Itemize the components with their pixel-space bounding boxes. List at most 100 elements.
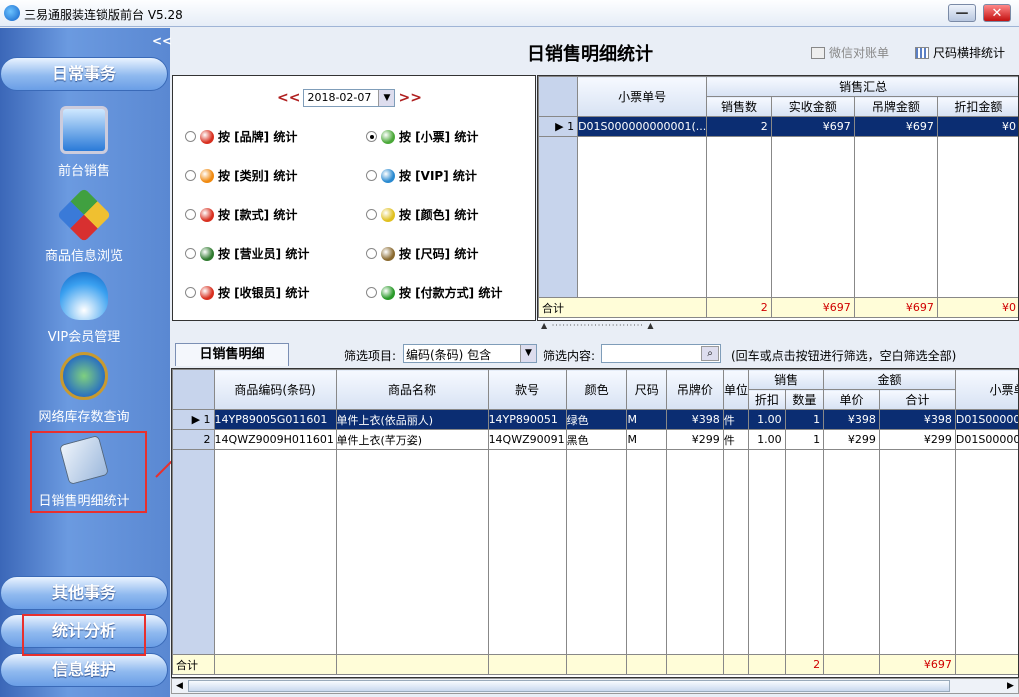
stat-option-radio[interactable]: 按 [付款方式] 统计 [366,284,502,301]
scroll-right-icon[interactable]: ▶ [1003,679,1018,693]
stat-option-radio[interactable]: 按 [颜色] 统计 [366,206,478,223]
size-stat-link[interactable]: 尺码横排统计 [915,44,1005,61]
sidebar-item-vip[interactable]: VIP会员管理 [0,272,168,345]
summary-table: 小票单号 销售汇总 销售数 实收金额 吊牌金额 折扣金额 ▶ 1 D01S000… [538,76,1018,318]
row-header-corner [538,76,579,117]
scrollbar-thumb[interactable] [188,680,950,692]
radio-button-icon[interactable] [185,248,196,259]
option-icon [381,246,395,261]
stat-option-radio[interactable]: 按 [VIP] 统计 [366,167,477,184]
radio-button-icon[interactable] [185,131,196,142]
radio-button-icon[interactable] [185,170,196,181]
stat-option-radio[interactable]: 按 [营业员] 统计 [185,245,309,262]
stat-option-radio[interactable]: 按 [品牌] 统计 [185,128,297,145]
stat-option-radio[interactable]: 按 [尺码] 统计 [366,245,478,262]
cell-discount: ¥0 [936,116,1018,137]
col-sum[interactable]: 合计 [878,389,956,410]
col-tag-amount[interactable]: 吊牌金额 [853,96,938,117]
total-paid: ¥697 [770,297,855,318]
sidebar-item-label: VIP会员管理 [47,330,121,345]
radio-button-icon[interactable] [185,287,196,298]
col-paid[interactable]: 实收金额 [770,96,855,117]
col-qty[interactable]: 销售数 [706,96,772,117]
next-date-button[interactable]: >> [398,90,421,106]
table-row[interactable]: ▶ 1 D01S000000000001(... 2 ¥697 ¥697 ¥0 [538,116,1018,137]
summary-grid[interactable]: 小票单号 销售汇总 销售数 实收金额 吊牌金额 折扣金额 ▶ 1 D01S000… [537,75,1019,321]
col-tag-price[interactable]: 吊牌价 [666,369,724,410]
total-label: 合计 [538,297,708,318]
dropdown-arrow-icon[interactable]: ▼ [378,90,395,106]
cell-qty: 1 [784,409,825,430]
col-name[interactable]: 商品名称 [335,369,489,410]
filter-hint: (回车或点击按钮进行筛选，空白筛选全部) [731,349,957,363]
cell-style: 14YP890051 [487,409,567,430]
minimize-button[interactable]: — [948,4,976,22]
col-style[interactable]: 款号 [487,369,567,410]
filter-content-input[interactable]: ⌕ [601,344,721,363]
empty-area [172,449,1018,655]
stat-option-radio[interactable]: 按 [类别] 统计 [185,167,297,184]
dropdown-arrow-icon[interactable]: ▼ [520,345,536,362]
radio-button-icon[interactable] [366,131,377,142]
col-qty[interactable]: 数量 [784,389,825,410]
col-unit-price[interactable]: 单价 [823,389,880,410]
radio-button-icon[interactable] [366,287,377,298]
sidebar-item-pos[interactable]: 前台销售 [0,106,168,179]
col-discount-amount[interactable]: 折扣金额 [936,96,1018,117]
col-color[interactable]: 颜色 [565,369,628,410]
detail-grid[interactable]: 商品编码(条码) 商品名称 款号 颜色 尺码 吊牌价 单位 销售 金额 小票单号… [171,368,1019,678]
filter-item-label: 筛选项目: [344,349,397,363]
close-button[interactable]: ✕ [983,4,1011,22]
col-ticket[interactable]: 小票单号 [577,76,708,117]
grid-table-icon [915,46,929,59]
cell-unit: 件 [722,409,750,430]
col-size[interactable]: 尺码 [626,369,668,410]
radio-button-icon[interactable] [185,209,196,220]
cell-code: 14YP89005G011601 [213,409,337,430]
sidebar-item-stock-query[interactable]: 网络库存数查询 [0,352,168,425]
stat-option-label: 按 [款式] 统计 [218,208,298,222]
filter-item-value: 编码(条码) 包含 [406,348,492,362]
scroll-left-icon[interactable]: ◀ [172,679,187,693]
search-icon[interactable]: ⌕ [701,346,719,361]
sidebar-collapse-button[interactable]: << [152,34,172,48]
option-icon [381,285,395,300]
wechat-statement-link[interactable]: 微信对账单 [811,44,889,61]
radio-button-icon[interactable] [366,170,377,181]
nav-other-affairs[interactable]: 其他事务 [0,576,168,610]
stat-option-label: 按 [品牌] 统计 [218,130,298,144]
sidebar-item-label: 前台销售 [57,164,110,179]
radio-button-icon[interactable] [366,248,377,259]
wechat-link-label: 微信对账单 [829,46,890,60]
horizontal-scrollbar[interactable]: ◀ ▶ [171,678,1019,694]
page-title: 日销售明细统计 [527,44,653,65]
cell-tag: ¥697 [853,116,938,137]
col-unit[interactable]: 单位 [722,369,750,410]
stat-option-radio[interactable]: 按 [款式] 统计 [185,206,297,223]
prev-date-button[interactable]: << [277,90,300,106]
nav-info-maintenance[interactable]: 信息维护 [0,653,168,687]
col-code[interactable]: 商品编码(条码) [213,369,337,410]
radio-button-icon[interactable] [366,209,377,220]
col-group-sales-summary: 销售汇总 [706,76,1018,97]
col-group-amount: 金额 [823,369,956,390]
table-row[interactable]: 2 14QWZ9009H011601 单件上衣(芊万姿) 14QWZ90091 … [172,429,1018,450]
nav-daily-affairs[interactable]: 日常事务 [0,57,168,91]
sidebar-item-product-browse[interactable]: 商品信息浏览 [0,187,168,264]
stat-option-label: 按 [尺码] 统计 [399,247,479,261]
app-logo-icon [4,5,20,21]
tab-daily-sales-detail[interactable]: 日销售明细 [175,343,289,366]
stat-option-radio[interactable]: 按 [小票] 统计 [366,128,478,145]
cell-ticket: D01S000000000001(... [577,116,708,137]
splitter-handle[interactable]: ▲ ·························· ▲ [541,321,655,330]
cell-unit: 件 [722,429,750,450]
date-input[interactable]: 2018-02-07 ▼ [303,89,396,107]
stat-option-radio[interactable]: 按 [收银员] 统计 [185,284,309,301]
cell-tag-price: ¥299 [666,429,724,450]
table-row[interactable]: ▶ 1 14YP89005G011601 单件上衣(依品丽人) 14YP8900… [172,409,1018,430]
row-index: ▶ 1 [538,116,579,137]
filter-content-label: 筛选内容: [543,349,596,363]
col-ticket[interactable]: 小票单号 [954,369,1018,410]
filter-item-select[interactable]: 编码(条码) 包含 ▼ [403,344,537,363]
col-discount[interactable]: 折扣 [748,389,786,410]
